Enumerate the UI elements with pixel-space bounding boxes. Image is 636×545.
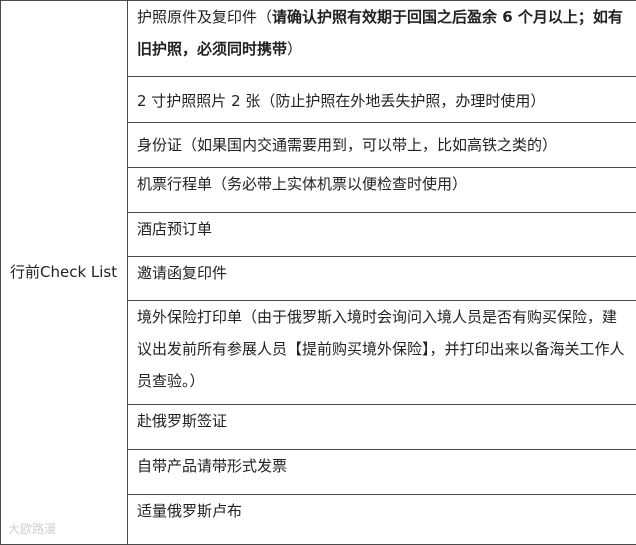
item-rubles-text: 适量俄罗斯卢布 bbox=[137, 502, 242, 520]
item-passport-tail: ） bbox=[287, 40, 302, 58]
table-row: 行前Check List 护照原件及复印件（请确认护照有效期于回国之后盈余 6 … bbox=[1, 1, 636, 77]
item-passport: 护照原件及复印件（请确认护照有效期于回国之后盈余 6 个月以上；如有旧护照，必须… bbox=[128, 1, 636, 77]
item-insurance: 境外保险打印单（由于俄罗斯入境时会询问入境人员是否有购买保险，建议出发前所有参展… bbox=[128, 301, 636, 405]
item-rubles: 适量俄罗斯卢布 bbox=[128, 495, 636, 545]
item-visa-text: 赴俄罗斯签证 bbox=[137, 412, 227, 430]
item-flight-itinerary: 机票行程单（务必带上实体机票以便检查时使用） bbox=[128, 168, 636, 213]
watermark: 大欧路漫 bbox=[8, 520, 56, 537]
item-photos-text: 2 寸护照照片 2 张（防止护照在外地丢失护照，办理时使用） bbox=[137, 92, 545, 110]
checklist-label-cell: 行前Check List bbox=[1, 1, 128, 545]
item-insurance-text: 境外保险打印单（由于俄罗斯入境时会询问入境人员是否有购买保险，建议出发前所有参展… bbox=[137, 308, 625, 390]
item-hotel-booking-text: 酒店预订单 bbox=[137, 220, 212, 238]
checklist-label: 行前Check List bbox=[10, 251, 121, 294]
item-invitation-copy-text: 邀请函复印件 bbox=[137, 264, 227, 282]
item-visa: 赴俄罗斯签证 bbox=[128, 405, 636, 450]
item-passport-text: 护照原件及复印件（ bbox=[137, 8, 272, 26]
item-photos: 2 寸护照照片 2 张（防止护照在外地丢失护照，办理时使用） bbox=[128, 77, 636, 123]
item-hotel-booking: 酒店预订单 bbox=[128, 213, 636, 257]
item-invitation-copy: 邀请函复印件 bbox=[128, 257, 636, 301]
item-proforma-invoice: 自带产品请带形式发票 bbox=[128, 450, 636, 495]
item-id-card-text: 身份证（如果国内交通需要用到，可以带上，比如高铁之类的） bbox=[137, 136, 557, 154]
checklist-table: 行前Check List 护照原件及复印件（请确认护照有效期于回国之后盈余 6 … bbox=[0, 0, 636, 545]
item-id-card: 身份证（如果国内交通需要用到，可以带上，比如高铁之类的） bbox=[128, 123, 636, 168]
item-flight-itinerary-text: 机票行程单（务必带上实体机票以便检查时使用） bbox=[137, 175, 467, 193]
item-proforma-invoice-text: 自带产品请带形式发票 bbox=[137, 457, 287, 475]
